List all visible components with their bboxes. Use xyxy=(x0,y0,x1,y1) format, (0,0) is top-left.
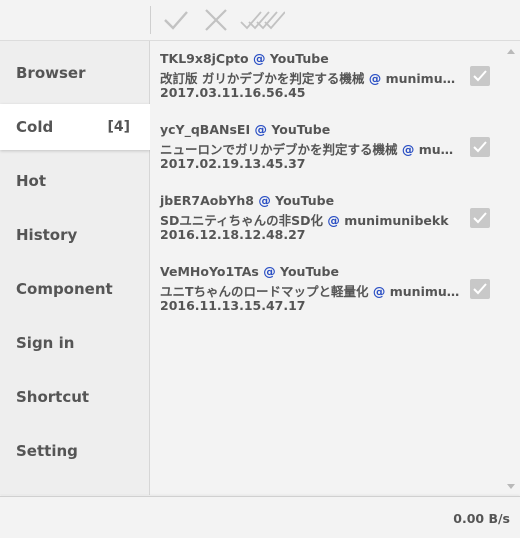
at-sign: @ xyxy=(368,71,382,86)
item-checkbox[interactable] xyxy=(470,66,490,86)
item-date: 2017.02.19.13.45.37 xyxy=(160,156,306,171)
at-sign: @ xyxy=(401,142,415,157)
check-icon xyxy=(164,11,188,30)
scroll-up-arrow[interactable] xyxy=(507,49,515,54)
sidebar-item-shortcut[interactable]: Shortcut xyxy=(0,374,149,420)
at-sign: @ xyxy=(252,51,266,66)
sidebar-item-label: Sign in xyxy=(16,334,75,352)
transfer-speed: 0.00 B/s xyxy=(453,511,510,526)
double-check-icon xyxy=(240,11,285,30)
check-icon xyxy=(473,141,487,153)
item-author: munimunibekk xyxy=(344,213,449,228)
item-author: munimunibekk xyxy=(389,284,460,299)
sidebar-item-cold[interactable]: Cold [4] xyxy=(0,104,150,150)
toolbar xyxy=(0,0,520,41)
sidebar-item-hot[interactable]: Hot xyxy=(0,158,149,204)
item-id: jbER7AobYh8 xyxy=(160,193,254,208)
list-item[interactable]: jbER7AobYh8 @ YouTube SDユニティちゃんの非SD化 @ m… xyxy=(160,183,505,249)
check-icon xyxy=(473,283,487,295)
toolbar-divider xyxy=(150,6,151,34)
sidebar-item-label: Setting xyxy=(16,442,78,460)
check-icon xyxy=(473,212,487,224)
check-icon xyxy=(473,70,487,82)
item-title: SDユニティちゃんの非SD化 xyxy=(160,213,324,228)
at-sign: @ xyxy=(263,264,276,279)
sidebar-item-label: Component xyxy=(16,280,113,298)
sidebar-item-label: Browser xyxy=(16,64,86,82)
sidebar: Browser Cold [4] Hot History Component S… xyxy=(0,41,150,495)
sidebar-item-count: [4] xyxy=(107,119,130,135)
sidebar-item-label: Cold xyxy=(16,118,54,136)
item-source: YouTube xyxy=(280,264,339,279)
item-checkbox[interactable] xyxy=(470,279,490,299)
item-date: 2016.11.13.15.47.17 xyxy=(160,298,306,313)
at-sign: @ xyxy=(327,213,340,228)
item-source: YouTube xyxy=(269,51,329,66)
item-title: 改訂版 ガリかデブかを判定する機械 xyxy=(160,71,365,86)
item-title: ニューロンでガリかデブかを判定する機械 xyxy=(160,142,398,157)
close-button[interactable] xyxy=(200,6,232,34)
item-author: munimunibekk xyxy=(418,142,460,157)
status-bar: 0.00 B/s xyxy=(0,496,520,538)
item-source: YouTube xyxy=(275,193,335,208)
sidebar-item-history[interactable]: History xyxy=(0,212,149,258)
check-all-button[interactable] xyxy=(238,6,286,34)
at-sign: @ xyxy=(254,122,267,137)
sidebar-item-browser[interactable]: Browser xyxy=(0,50,149,96)
close-icon xyxy=(205,9,227,31)
item-date: 2017.03.11.16.56.45 xyxy=(160,85,306,100)
item-title: ユニTちゃんのロードマップと軽量化 xyxy=(160,284,369,299)
sidebar-item-component[interactable]: Component xyxy=(0,266,149,312)
sidebar-item-label: Hot xyxy=(16,172,47,190)
list-item[interactable]: ycY_qBANsEI @ YouTube ニューロンでガリかデブかを判定する機… xyxy=(160,112,505,178)
list-item[interactable]: VeMHoYo1TAs @ YouTube ユニTちゃんのロードマップと軽量化 … xyxy=(160,254,505,320)
item-id: TKL9x8jCpto xyxy=(160,51,249,66)
at-sign: @ xyxy=(372,284,386,299)
sidebar-item-label: History xyxy=(16,226,78,244)
item-date: 2016.12.18.12.48.27 xyxy=(160,227,306,242)
item-checkbox[interactable] xyxy=(470,137,490,157)
check-button[interactable] xyxy=(160,6,192,34)
item-source: YouTube xyxy=(271,122,331,137)
scroll-down-arrow[interactable] xyxy=(507,484,515,489)
item-id: VeMHoYo1TAs xyxy=(160,264,259,279)
list-item[interactable]: TKL9x8jCpto @ YouTube 改訂版 ガリかデブかを判定する機械 … xyxy=(160,41,505,107)
sidebar-item-sign-in[interactable]: Sign in xyxy=(0,320,149,366)
item-id: ycY_qBANsEI xyxy=(160,122,251,137)
at-sign: @ xyxy=(258,193,271,208)
item-author: munimunibekk xyxy=(385,71,460,86)
item-checkbox[interactable] xyxy=(470,208,490,228)
sidebar-item-setting[interactable]: Setting xyxy=(0,428,149,474)
download-list: TKL9x8jCpto @ YouTube 改訂版 ガリかデブかを判定する機械 … xyxy=(150,41,520,495)
sidebar-item-label: Shortcut xyxy=(16,388,90,406)
